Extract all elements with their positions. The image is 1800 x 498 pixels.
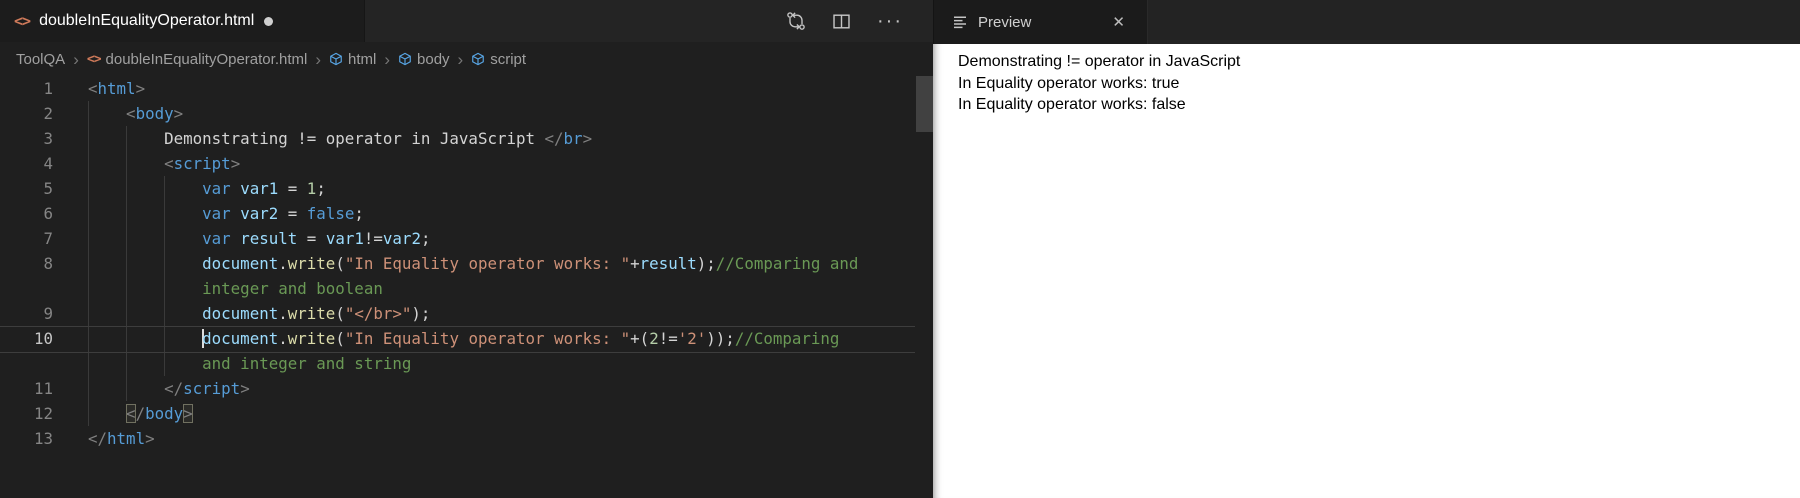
breadcrumb-label: ToolQA xyxy=(16,50,66,68)
preview-tab-label: Preview xyxy=(978,13,1032,31)
code-text: </script> xyxy=(164,379,250,398)
code-line-9[interactable]: 9 document.write("</br>"); xyxy=(0,301,933,326)
code-lines: 1 <html> 2 <body> 3 Demonstrating != operat… xyxy=(0,76,933,451)
line-number: 9 xyxy=(43,304,53,323)
code-line-1[interactable]: 1 <html> xyxy=(0,76,933,101)
code-line-3[interactable]: 3 Demonstrating != operator in JavaScrip… xyxy=(0,126,933,151)
chevron-right-icon: › xyxy=(457,49,464,69)
line-number: 10 xyxy=(33,329,53,348)
symbol-module-icon xyxy=(472,52,485,66)
code-line-13[interactable]: 13 </html> xyxy=(0,426,933,451)
editor-tab-bar: <> doubleInEqualityOperator.html ··· xyxy=(0,0,933,42)
code-line-wrap[interactable]: integer and boolean xyxy=(0,276,933,301)
code-text: integer and boolean xyxy=(202,279,383,298)
preview-output-line: In Equality operator works: false xyxy=(958,96,1186,113)
chevron-right-icon: › xyxy=(315,49,321,69)
breadcrumb-label: body xyxy=(417,50,450,68)
code-text: var result = var1!=var2; xyxy=(202,229,431,248)
code-line-2[interactable]: 2 <body> xyxy=(0,101,933,126)
line-number: 6 xyxy=(43,204,53,223)
code-text: var var2 = false; xyxy=(202,204,364,223)
code-editor[interactable]: 1 <html> 2 <body> 3 Demonstrating != operat… xyxy=(0,76,933,451)
line-number: 5 xyxy=(43,179,53,198)
preview-output: Demonstrating != operator in JavaScript I… xyxy=(933,44,1800,498)
code-line-5[interactable]: 5 var var1 = 1; xyxy=(0,176,933,201)
line-number xyxy=(0,276,53,301)
code-text: and integer and string xyxy=(202,354,412,373)
line-number: 12 xyxy=(33,404,53,423)
open-changes-icon xyxy=(787,12,805,30)
line-number: 8 xyxy=(43,254,53,273)
preview-pane: Preview ✕ Demonstrating != operator in J… xyxy=(933,0,1800,498)
breadcrumb-item[interactable]: script xyxy=(471,51,526,68)
breadcrumb-item[interactable]: ToolQA xyxy=(16,51,65,68)
breadcrumb-item[interactable]: <> doubleInEqualityOperator.html xyxy=(87,51,307,68)
code-text: Demonstrating != operator in JavaScript … xyxy=(164,129,593,148)
code-text: </html> xyxy=(88,429,155,448)
preview-output-line: Demonstrating != operator in JavaScript xyxy=(958,53,1241,70)
line-number: 11 xyxy=(33,379,53,398)
more-actions-button[interactable]: ··· xyxy=(877,10,903,32)
html-file-icon: <> xyxy=(86,51,102,67)
breadcrumb-label: doubleInEqualityOperator.html xyxy=(105,50,308,68)
chevron-right-icon: › xyxy=(73,49,79,69)
open-changes-button[interactable] xyxy=(786,11,806,31)
symbol-module-icon xyxy=(399,52,411,66)
tab-doubleinequalityoperator[interactable]: <> doubleInEqualityOperator.html xyxy=(0,0,365,42)
line-number: 7 xyxy=(43,229,53,248)
code-line-10[interactable]: 10 document.write("In Equality operator … xyxy=(0,326,933,353)
line-number: 1 xyxy=(43,79,53,98)
code-text: </body> xyxy=(126,404,193,423)
breadcrumb-label: script xyxy=(490,50,527,68)
editor-pane: <> doubleInEqualityOperator.html ··· Too… xyxy=(0,0,933,498)
ellipsis-icon: ··· xyxy=(877,10,903,32)
window: <> doubleInEqualityOperator.html ··· Too… xyxy=(0,0,1800,498)
code-line-7[interactable]: 7 var result = var1!=var2; xyxy=(0,226,933,251)
code-line-8[interactable]: 8 document.write("In Equality operator w… xyxy=(0,251,933,276)
editor-toolbar: ··· xyxy=(786,0,933,42)
breadcrumb: ToolQA › <> doubleInEqualityOperator.html › h… xyxy=(0,42,933,76)
code-text: document.write("In Equality operator wor… xyxy=(202,254,859,273)
html-file-icon: <> xyxy=(14,12,31,30)
code-text: var var1 = 1; xyxy=(202,179,326,198)
breadcrumb-item[interactable]: body xyxy=(398,51,450,68)
line-number: 3 xyxy=(43,129,53,148)
code-line-11[interactable]: 11 </script> xyxy=(0,376,933,401)
preview-lines-icon xyxy=(952,14,968,30)
symbol-module-icon xyxy=(330,52,342,66)
code-text: <body> xyxy=(126,104,184,123)
tab-preview[interactable]: Preview ✕ xyxy=(934,0,1148,44)
code-line-12[interactable]: 12 </body> xyxy=(0,401,933,426)
split-editor-icon xyxy=(833,13,850,29)
code-text: <html> xyxy=(88,79,146,98)
tab-filename: doubleInEqualityOperator.html xyxy=(39,12,255,29)
code-text: document.write("In Equality operator wor… xyxy=(202,329,840,348)
split-editor-button[interactable] xyxy=(832,12,851,31)
code-text: <script> xyxy=(164,154,241,173)
editor-vertical-scrollbar[interactable] xyxy=(916,76,933,132)
code-line-wrap[interactable]: and integer and string xyxy=(0,351,933,376)
code-text: document.write("</br>"); xyxy=(202,304,431,323)
code-line-6[interactable]: 6 var var2 = false; xyxy=(0,201,933,226)
breadcrumb-item[interactable]: html xyxy=(329,51,376,68)
chevron-right-icon: › xyxy=(384,49,391,69)
close-preview-button[interactable]: ✕ xyxy=(1108,11,1129,33)
preview-output-line: In Equality operator works: true xyxy=(958,74,1180,92)
line-number: 4 xyxy=(43,154,53,173)
line-number: 13 xyxy=(33,429,53,448)
line-number: 2 xyxy=(43,104,53,123)
modified-indicator-dot xyxy=(264,16,274,26)
preview-header: Preview ✕ xyxy=(933,0,1800,44)
code-line-4[interactable]: 4 <script> xyxy=(0,151,933,176)
breadcrumb-items: ToolQA › <> doubleInEqualityOperator.html › h… xyxy=(16,51,526,68)
line-number xyxy=(0,351,53,376)
breadcrumb-label: html xyxy=(348,50,377,68)
